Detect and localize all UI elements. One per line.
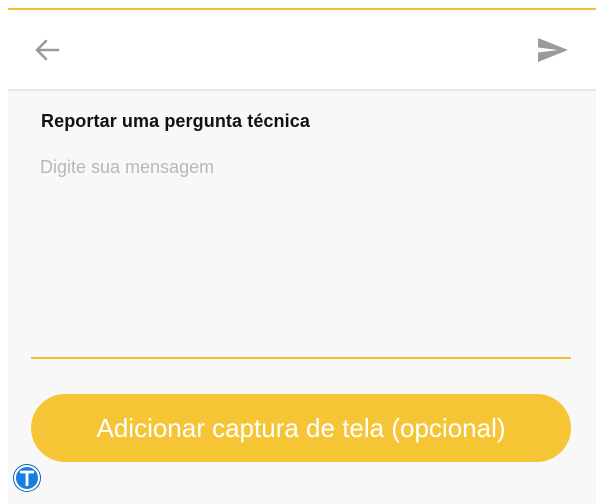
- form-title: Reportar uma pergunta técnica: [41, 111, 310, 131]
- top-toolbar: [8, 14, 596, 90]
- back-button[interactable]: [31, 34, 63, 66]
- send-button[interactable]: [534, 32, 572, 68]
- translate-t-icon: [20, 470, 34, 486]
- top-accent-line: [8, 8, 596, 10]
- translate-badge[interactable]: [14, 465, 40, 491]
- report-question-screen: Reportar uma pergunta técnica Adicionar …: [0, 0, 600, 504]
- add-screenshot-button[interactable]: Adicionar captura de tela (opcional): [31, 394, 571, 462]
- arrow-left-icon: [35, 39, 60, 61]
- send-icon: [538, 38, 568, 62]
- message-input[interactable]: [40, 152, 568, 357]
- message-input-underline: [31, 357, 571, 359]
